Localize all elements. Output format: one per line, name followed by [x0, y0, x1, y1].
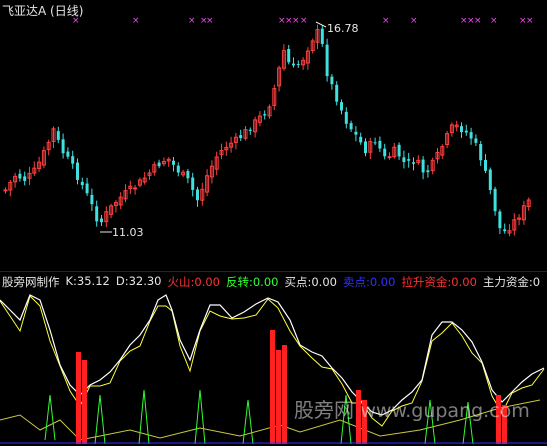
- signal-marker: ×: [300, 16, 308, 26]
- candle-body: [359, 136, 363, 143]
- reverse-spike: [138, 389, 150, 445]
- legend-d: D:32.30: [115, 274, 162, 288]
- signal-marker: ×: [526, 16, 534, 26]
- signal-marker: ×: [292, 16, 300, 26]
- candle-body: [479, 144, 483, 161]
- volcano-bar: [270, 330, 275, 444]
- indicator-name: 股旁网制作: [2, 275, 60, 289]
- candle-body: [3, 189, 8, 192]
- candle-body: [349, 123, 353, 130]
- candle-body: [100, 218, 103, 223]
- candle-body: [387, 156, 392, 159]
- candle-body: [287, 48, 291, 63]
- watermark-url: www.gupang.com: [360, 400, 530, 422]
- candle-body: [503, 229, 507, 232]
- candle-body: [320, 28, 324, 44]
- stock-title: 飞亚达A (日线): [2, 2, 83, 19]
- signal-marker: ×: [188, 16, 196, 26]
- candle-body: [421, 159, 425, 173]
- candle-body: [176, 165, 180, 173]
- candlestick-chart[interactable]: × × × ×× × × × × × × × × × × × ×16.7811.03: [0, 0, 547, 446]
- reverse-spike: [44, 394, 56, 441]
- candle-body: [364, 141, 367, 154]
- candle-body: [373, 142, 377, 144]
- candle-body: [239, 135, 243, 139]
- candle-body: [484, 159, 487, 171]
- legend-lift-fund: 拉升资金:0.00: [401, 275, 477, 289]
- candle-body: [76, 162, 79, 180]
- legend-reverse: 反转:0.00: [225, 275, 279, 289]
- candle-body: [330, 76, 334, 85]
- candle-body: [263, 114, 267, 116]
- candle-body: [66, 151, 70, 157]
- period-label: (日线): [50, 4, 84, 18]
- candle-body: [460, 126, 463, 133]
- candle-body: [383, 148, 387, 157]
- candle-body: [23, 176, 27, 181]
- watermark: 股旁网 www.gupang.com: [294, 394, 530, 423]
- candle-body: [344, 111, 348, 124]
- candle-body: [402, 157, 406, 163]
- legend-main-fund: 主力资金:0: [482, 275, 541, 289]
- indicator-legend: 股旁网制作 K:35.12 D:32.30 火山:0.00 反转:0.00 买点…: [2, 274, 546, 289]
- legend-k: K:35.12: [65, 274, 110, 288]
- candle-body: [80, 181, 84, 186]
- candle-body: [56, 131, 60, 140]
- candle-body: [85, 183, 89, 194]
- candle-body: [469, 132, 473, 139]
- stock-name: 飞亚达A: [2, 4, 47, 18]
- candle-body: [378, 140, 382, 149]
- legend-volcano: 火山:0.00: [167, 275, 220, 289]
- candle-body: [133, 187, 138, 190]
- candle-body: [407, 159, 411, 161]
- candle-body: [191, 177, 195, 190]
- reverse-spike: [242, 399, 254, 445]
- volcano-bar: [82, 360, 87, 444]
- signal-marker: ×: [410, 16, 418, 26]
- candle-body: [340, 102, 343, 111]
- volcano-bar: [76, 352, 81, 444]
- signal-marker: ×: [132, 16, 140, 26]
- candle-body: [61, 139, 65, 154]
- signal-marker: ×: [474, 16, 482, 26]
- candle-body: [157, 162, 161, 167]
- candle-body: [354, 131, 358, 135]
- high-price-label: 16.78: [327, 22, 359, 35]
- panel-divider: [0, 271, 547, 272]
- candle-body: [95, 206, 99, 222]
- candle-body: [186, 171, 190, 179]
- signal-marker: ×: [490, 16, 498, 26]
- low-price-label: 11.03: [112, 226, 144, 239]
- candle-body: [498, 211, 502, 229]
- candle-body: [196, 189, 199, 201]
- signal-marker: ×: [206, 16, 214, 26]
- candle-body: [464, 130, 468, 133]
- volcano-bar: [276, 350, 281, 444]
- candle-body: [488, 169, 492, 190]
- candle-body: [172, 160, 175, 165]
- signal-marker: ×: [382, 16, 390, 26]
- watermark-cn: 股旁网: [294, 398, 354, 422]
- legend-buy: 买点:0.00: [284, 275, 337, 289]
- candle-body: [325, 44, 329, 77]
- candle-body: [412, 162, 415, 164]
- candle-body: [493, 188, 497, 212]
- candle-body: [18, 173, 22, 179]
- candle-body: [90, 194, 94, 205]
- candle-body: [335, 84, 339, 102]
- candle-body: [71, 156, 75, 164]
- candle-body: [474, 138, 478, 143]
- candle-body: [296, 64, 300, 66]
- reverse-spike: [194, 389, 206, 445]
- candle-body: [426, 170, 430, 173]
- chart-window: × × × × × × × × × × × × × × × × × 16.78 11.03 飞亚达A (日线) 股旁…: [0, 0, 547, 446]
- candle-body: [397, 144, 401, 157]
- legend-sell: 卖点:0.00: [342, 275, 396, 289]
- candle-body: [248, 129, 252, 131]
- volcano-bar: [282, 345, 287, 444]
- candle-body: [292, 63, 295, 66]
